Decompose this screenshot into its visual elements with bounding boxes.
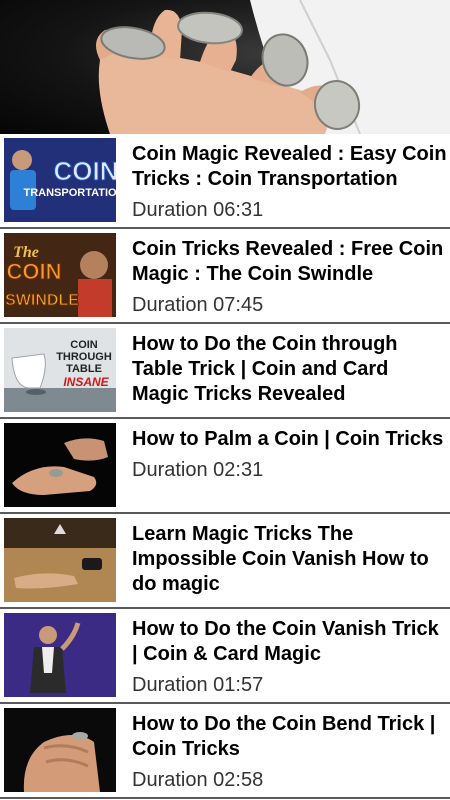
video-list-item[interactable]: How to Palm a Coin | Coin Tricks Duratio… bbox=[0, 419, 450, 514]
video-title: How to Do the Coin through Table Trick |… bbox=[132, 333, 398, 405]
video-duration: Duration 02:58 bbox=[132, 769, 264, 791]
video-duration: Duration 01:57 bbox=[132, 674, 264, 696]
svg-text:THROUGH: THROUGH bbox=[56, 351, 112, 363]
video-list-item[interactable]: The COIN SWINDLE Coin Tricks Revealed : … bbox=[0, 229, 450, 324]
video-list-item[interactable]: How to Do the Coin Bend Trick | Coin Tri… bbox=[0, 704, 450, 799]
video-list-item[interactable]: How to Do the Coin Vanish Trick | Coin &… bbox=[0, 609, 450, 704]
video-thumbnail[interactable]: COIN THROUGH TABLE INSANE bbox=[4, 328, 116, 412]
video-duration: Duration 07:45 bbox=[132, 294, 264, 316]
video-thumbnail[interactable]: The COIN SWINDLE bbox=[4, 233, 116, 317]
svg-text:INSANE: INSANE bbox=[63, 375, 109, 389]
svg-text:TABLE: TABLE bbox=[66, 363, 102, 375]
svg-text:COIN: COIN bbox=[54, 156, 117, 186]
header-banner-image bbox=[0, 0, 450, 134]
svg-text:TRANSPORTATION: TRANSPORTATION bbox=[23, 187, 116, 199]
video-list-item[interactable]: COIN THROUGH TABLE INSANE How to Do the … bbox=[0, 324, 450, 419]
video-thumbnail[interactable] bbox=[4, 613, 116, 697]
video-thumbnail[interactable]: COIN TRANSPORTATION bbox=[4, 138, 116, 222]
video-title: How to Palm a Coin | Coin Tricks bbox=[132, 428, 444, 450]
video-thumbnail[interactable] bbox=[4, 708, 116, 792]
video-title: Coin Tricks Revealed : Free Coin Magic :… bbox=[132, 238, 444, 285]
svg-text:SWINDLE: SWINDLE bbox=[5, 292, 79, 309]
video-duration: Duration 06:31 bbox=[132, 199, 264, 221]
svg-text:COIN: COIN bbox=[7, 259, 62, 284]
video-title: Coin Magic Revealed : Easy Coin Tricks :… bbox=[132, 143, 447, 190]
video-thumbnail[interactable] bbox=[4, 423, 116, 507]
video-list: COIN TRANSPORTATION Coin Magic Revealed … bbox=[0, 134, 450, 799]
video-list-item[interactable]: COIN TRANSPORTATION Coin Magic Revealed … bbox=[0, 134, 450, 229]
video-title: How to Do the Coin Bend Trick | Coin Tri… bbox=[132, 713, 436, 760]
video-duration: Duration 02:31 bbox=[132, 459, 264, 481]
video-list-item[interactable]: Learn Magic Tricks The Impossible Coin V… bbox=[0, 514, 450, 609]
svg-text:COIN: COIN bbox=[70, 339, 98, 351]
coin-hand-illustration bbox=[96, 0, 450, 134]
video-thumbnail[interactable] bbox=[4, 518, 116, 602]
video-title: Learn Magic Tricks The Impossible Coin V… bbox=[132, 523, 429, 595]
video-title: How to Do the Coin Vanish Trick | Coin &… bbox=[132, 618, 439, 665]
